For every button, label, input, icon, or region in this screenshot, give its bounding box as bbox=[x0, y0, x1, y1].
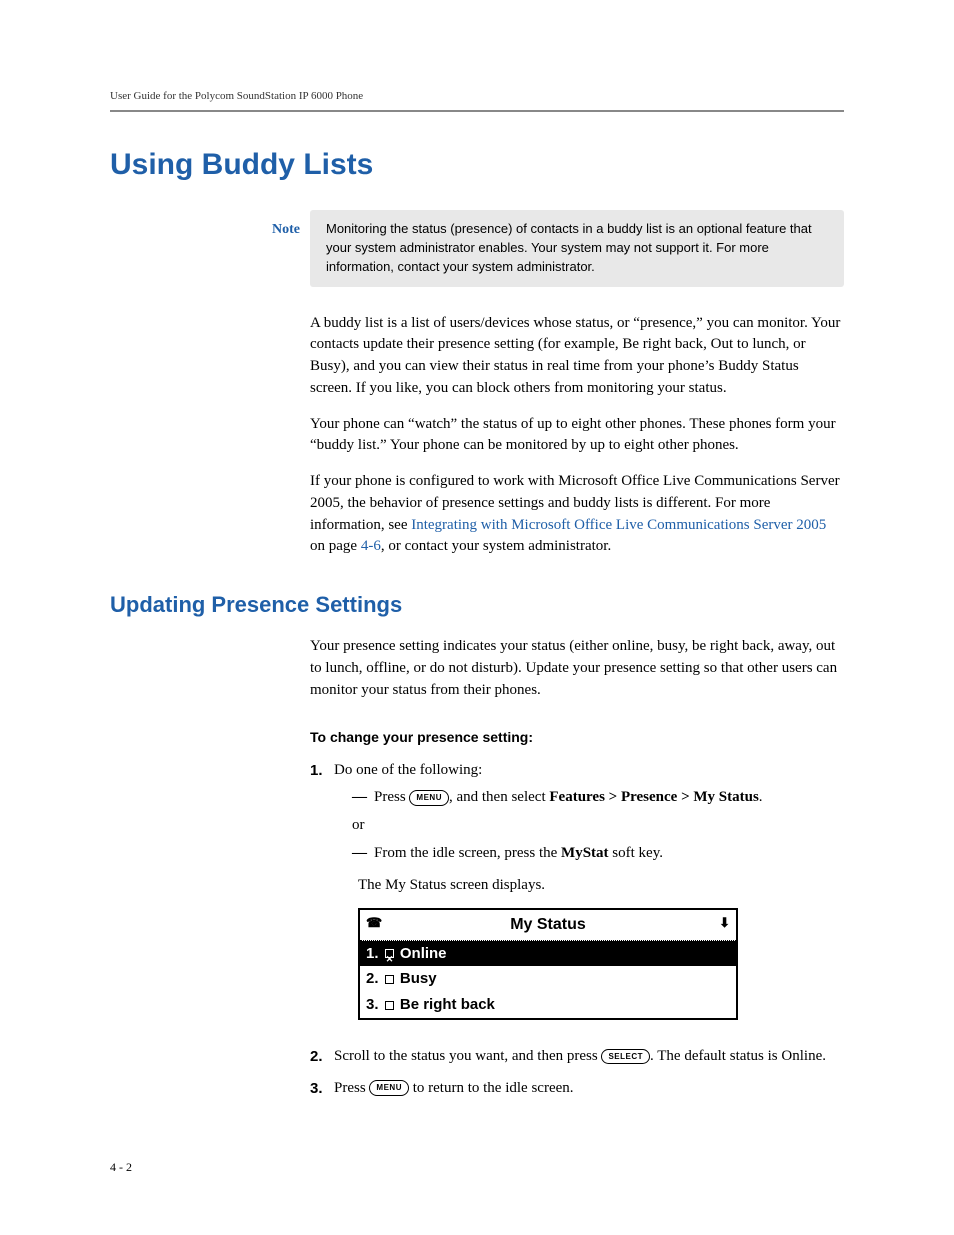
status-row-2: 2. Busy bbox=[360, 966, 736, 992]
checkbox-icon bbox=[385, 975, 394, 984]
intro-p3-link[interactable]: Integrating with Microsoft Office Live C… bbox=[411, 517, 826, 533]
phone-status-icon: ☎ bbox=[366, 914, 382, 933]
opt1-b: , and then select bbox=[449, 789, 549, 805]
checkbox-icon bbox=[385, 949, 394, 958]
row1-num: 1. bbox=[366, 945, 379, 962]
opt2-b: soft key. bbox=[609, 845, 663, 861]
opt1-strong: Features > Presence > My Status bbox=[549, 789, 758, 805]
step-2-num: 2. bbox=[310, 1046, 334, 1068]
scroll-down-icon: ⬇ bbox=[719, 914, 730, 933]
step-2: 2. Scroll to the status you want, and th… bbox=[310, 1046, 844, 1068]
step-2-b: . The default status is Online. bbox=[650, 1048, 826, 1064]
opt1-c: . bbox=[759, 789, 763, 805]
presence-intro: Your presence setting indicates your sta… bbox=[310, 636, 844, 701]
header-rule bbox=[110, 110, 844, 112]
row2-label: Busy bbox=[400, 970, 437, 987]
note-label: Note bbox=[230, 220, 300, 240]
phone-screen-title-row: ☎ My Status ⬇ bbox=[360, 910, 736, 940]
intro-p3b: on page bbox=[310, 538, 361, 554]
intro-block: A buddy list is a list of users/devices … bbox=[310, 313, 844, 559]
step-2-a: Scroll to the status you want, and then … bbox=[334, 1048, 601, 1064]
checkbox-icon bbox=[385, 1001, 394, 1010]
step-3-b: to return to the idle screen. bbox=[409, 1080, 574, 1096]
menu-button-icon: MENU bbox=[409, 790, 449, 806]
section-title: Using Buddy Lists bbox=[110, 148, 844, 182]
phone-screen-title: My Status bbox=[510, 916, 586, 933]
row3-num: 3. bbox=[366, 996, 379, 1013]
step-1-after: The My Status screen displays. bbox=[358, 875, 844, 897]
row3-label: Be right back bbox=[400, 996, 495, 1013]
intro-p3: If your phone is configured to work with… bbox=[310, 471, 844, 558]
row1-label: Online bbox=[400, 945, 447, 962]
opt1-a: Press bbox=[374, 789, 409, 805]
select-button-icon: SELECT bbox=[601, 1049, 650, 1065]
step-1-opt1: — Press MENU, and then select Features >… bbox=[352, 787, 844, 809]
dash-icon: — bbox=[352, 843, 374, 865]
note-text: Monitoring the status (presence) of cont… bbox=[326, 220, 828, 277]
status-row-1: 1. Online bbox=[360, 941, 736, 967]
running-header: User Guide for the Polycom SoundStation … bbox=[110, 90, 844, 102]
intro-p1: A buddy list is a list of users/devices … bbox=[310, 313, 844, 400]
menu-button-icon: MENU bbox=[369, 1080, 409, 1096]
intro-p2: Your phone can “watch” the status of up … bbox=[310, 414, 844, 458]
phone-screen: ☎ My Status ⬇ 1. Online 2. Busy 3. bbox=[358, 908, 738, 1019]
step-3-num: 3. bbox=[310, 1078, 334, 1100]
dash-icon: — bbox=[352, 787, 374, 809]
step-1: 1. Do one of the following: — Press MENU… bbox=[310, 760, 844, 1036]
opt2-a: From the idle screen, press the bbox=[374, 845, 561, 861]
step-1-num: 1. bbox=[310, 760, 334, 1036]
step-3-a: Press bbox=[334, 1080, 369, 1096]
subsection-title: Updating Presence Settings bbox=[110, 592, 844, 618]
note-box: Note Monitoring the status (presence) of… bbox=[310, 210, 844, 287]
intro-p3c: , or contact your system administrator. bbox=[381, 538, 611, 554]
step-1-lead: Do one of the following: bbox=[334, 760, 844, 782]
procedure-heading: To change your presence setting: bbox=[310, 727, 844, 747]
step-1-opt2: — From the idle screen, press the MyStat… bbox=[352, 843, 844, 865]
row2-num: 2. bbox=[366, 970, 379, 987]
presence-block: Your presence setting indicates your sta… bbox=[310, 636, 844, 1099]
status-row-3: 3. Be right back bbox=[360, 992, 736, 1018]
step-1-or: or bbox=[352, 815, 844, 837]
page-number: 4 - 2 bbox=[110, 1160, 132, 1175]
step-3: 3. Press MENU to return to the idle scre… bbox=[310, 1078, 844, 1100]
opt2-strong: MyStat bbox=[561, 845, 609, 861]
intro-p3-pageref[interactable]: 4-6 bbox=[361, 538, 381, 554]
